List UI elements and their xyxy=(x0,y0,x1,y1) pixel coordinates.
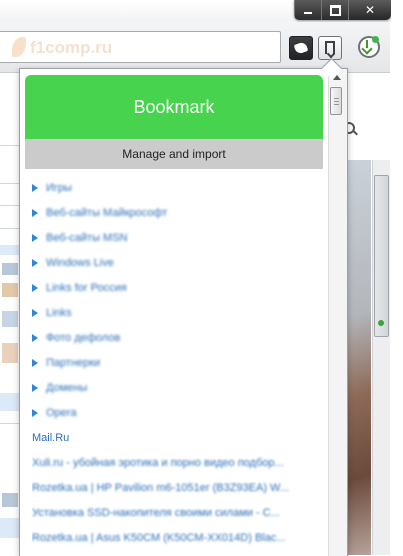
site-logo-text: f1comp.ru xyxy=(30,38,113,57)
bookmark-folder[interactable]: Фото дефолов xyxy=(32,325,318,350)
bookmark-link[interactable]: Rozetka.ua | HP Pavilion m6-1051er (B3Z9… xyxy=(32,475,318,500)
page-scrollbar-thumb[interactable] xyxy=(374,175,389,337)
expand-arrow-icon xyxy=(32,208,38,217)
address-bar[interactable]: f1comp.ru xyxy=(0,31,281,63)
window-titlebar: ✕ xyxy=(0,0,403,22)
bookmark-folder[interactable]: Игры xyxy=(32,175,318,200)
bookmark-link[interactable]: Mail.Ru xyxy=(32,425,318,450)
expand-arrow-icon xyxy=(32,333,38,342)
bookmark-folder[interactable]: Партнерки xyxy=(32,350,318,375)
bookmark-folder[interactable]: Windows Live xyxy=(32,250,318,275)
bookmark-link[interactable]: Установка SSD-накопителя своими силами -… xyxy=(32,500,318,525)
bookmarks-header: Bookmark xyxy=(25,75,323,139)
bookmark-folder[interactable]: Opera xyxy=(32,400,318,425)
bookmark-folder[interactable]: Веб-сайты Майкрософт xyxy=(32,200,318,225)
window-edge xyxy=(391,0,403,555)
expand-arrow-icon xyxy=(32,258,38,267)
bookmark-icon[interactable] xyxy=(318,36,342,60)
bookmark-folder[interactable]: Links xyxy=(32,300,318,325)
expand-arrow-icon xyxy=(32,408,38,417)
site-logo: f1comp.ru xyxy=(12,35,112,59)
maximize-button[interactable] xyxy=(321,0,348,20)
bookmark-list: Игры Веб-сайты Майкрософт Веб-сайты MSN … xyxy=(32,175,318,550)
leaf-icon xyxy=(12,37,26,57)
bookmark-folder[interactable]: Домены xyxy=(32,375,318,400)
bookmark-folder[interactable]: Веб-сайты MSN xyxy=(32,225,318,250)
popup-scrollbar[interactable] xyxy=(328,69,347,556)
expand-arrow-icon xyxy=(32,383,38,392)
manage-and-import-button[interactable]: Manage and import xyxy=(25,139,323,169)
download-status-dot xyxy=(372,36,379,43)
window-controls: ✕ xyxy=(294,0,391,20)
close-button[interactable]: ✕ xyxy=(348,0,391,20)
extension-icon[interactable] xyxy=(289,36,313,60)
bookmark-link[interactable]: Rozetka.ua | Asus K50CM (K50CM-XX014D) B… xyxy=(32,525,318,550)
popup-scrollbar-thumb[interactable] xyxy=(330,87,342,115)
bookmark-link[interactable]: Xuli.ru - убойная эротика и порно видео … xyxy=(32,450,318,475)
expand-arrow-icon xyxy=(32,233,38,242)
minimize-button[interactable] xyxy=(294,0,321,20)
bookmark-folder[interactable]: Links for Россия xyxy=(32,275,318,300)
expand-arrow-icon xyxy=(32,283,38,292)
status-dot xyxy=(378,320,384,326)
background-page-left xyxy=(0,73,20,555)
expand-arrow-icon xyxy=(32,183,38,192)
expand-arrow-icon xyxy=(32,308,38,317)
bookmarks-popup: Bookmark Manage and import Игры Веб-сайт… xyxy=(19,68,348,556)
expand-arrow-icon xyxy=(32,358,38,367)
